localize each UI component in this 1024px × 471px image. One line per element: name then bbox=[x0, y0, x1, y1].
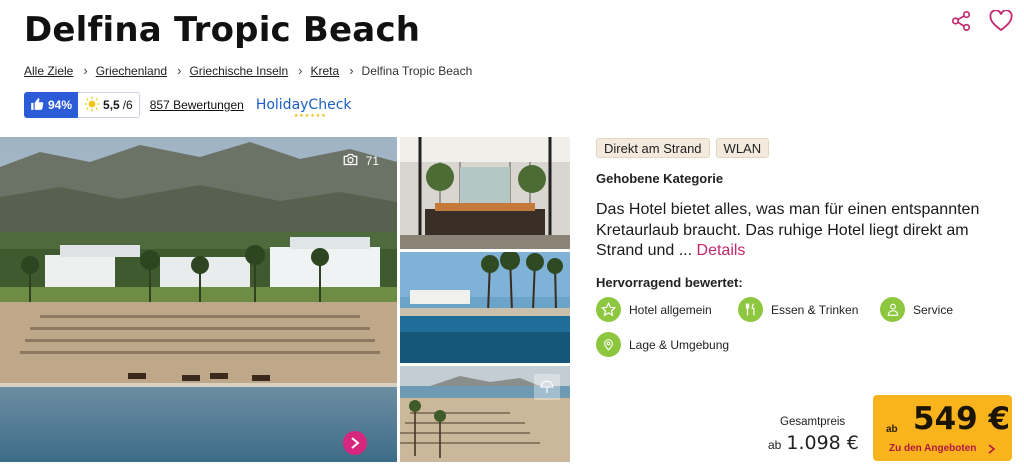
total-price-label: Gesamtpreis bbox=[780, 416, 846, 428]
chevron-right-icon: › bbox=[349, 63, 354, 78]
criterion-location: Lage & Umgebung bbox=[596, 332, 729, 357]
pool-image bbox=[400, 252, 570, 363]
share-icon[interactable] bbox=[948, 8, 974, 34]
chevron-right-icon: › bbox=[298, 63, 303, 78]
breadcrumb-link-griechenland[interactable]: Griechenland bbox=[96, 64, 167, 78]
top-actions bbox=[948, 8, 1014, 34]
tag-wlan: WLAN bbox=[715, 138, 770, 158]
recommendation-badge: 94% bbox=[24, 92, 79, 118]
chevron-right-icon: › bbox=[177, 63, 182, 78]
breadcrumb-link-alle-ziele[interactable]: Alle Ziele bbox=[24, 64, 73, 78]
chevron-right-icon: › bbox=[83, 63, 88, 78]
tag-beach: Direkt am Strand bbox=[596, 138, 710, 158]
criterion-service: Service bbox=[880, 297, 953, 322]
breadcrumb-current: Delfina Tropic Beach bbox=[361, 63, 473, 78]
gallery-main-photo[interactable]: 71 bbox=[0, 137, 397, 462]
total-price-value: 1.098 € bbox=[786, 432, 859, 454]
hotel-description: Das Hotel bietet alles, was man für eine… bbox=[596, 200, 1006, 262]
gallery-thumb-restaurant[interactable] bbox=[400, 137, 570, 249]
chevron-right-icon bbox=[988, 443, 996, 454]
total-price-prefix: ab bbox=[768, 438, 782, 452]
hotel-category: Gehobene Kategorie bbox=[596, 171, 724, 186]
cutlery-icon bbox=[738, 297, 763, 322]
umbrella-icon bbox=[534, 374, 560, 400]
breadcrumb: Alle Ziele › Griechenland › Griechische … bbox=[24, 63, 472, 78]
star-icon bbox=[596, 297, 621, 322]
sun-score: 5,5 bbox=[103, 98, 120, 112]
gallery-thumb-pool[interactable] bbox=[400, 252, 570, 363]
feature-tags: Direkt am Strand WLAN bbox=[596, 138, 770, 158]
offers-cta-button[interactable]: ab 549 € Zu den Angeboten bbox=[873, 395, 1012, 461]
breadcrumb-link-kreta[interactable]: Kreta bbox=[311, 64, 340, 78]
location-pin-icon bbox=[596, 332, 621, 357]
description-text: Das Hotel bietet alles, was man für eine… bbox=[596, 201, 980, 259]
sun-rating-badge: 5,5/6 bbox=[78, 92, 140, 118]
beach-resort-image bbox=[0, 137, 397, 462]
reviews-link[interactable]: 857 Bewertungen bbox=[150, 98, 244, 112]
sun-icon bbox=[84, 96, 100, 115]
photo-count: 71 bbox=[343, 153, 379, 169]
total-price: ab 1.098 € bbox=[768, 432, 859, 454]
sun-score-max: /6 bbox=[122, 98, 133, 112]
details-link[interactable]: Details bbox=[697, 242, 746, 259]
rating-row: 94% 5,5/6 857 Bewertungen HolidayCheck ★… bbox=[24, 92, 352, 119]
rated-heading: Hervorragend bewertet: bbox=[596, 275, 743, 290]
service-person-icon bbox=[880, 297, 905, 322]
camera-icon bbox=[343, 153, 358, 169]
page-title: Delfina Tropic Beach bbox=[24, 10, 421, 50]
heart-icon[interactable] bbox=[988, 8, 1014, 34]
criterion-hotel: Hotel allgemein bbox=[596, 297, 712, 322]
recommendation-value: 94% bbox=[48, 98, 73, 112]
chevron-right-icon bbox=[351, 437, 360, 449]
breadcrumb-link-griechische-inseln[interactable]: Griechische Inseln bbox=[189, 64, 288, 78]
offers-cta-label: Zu den Angeboten bbox=[889, 443, 996, 454]
thumbs-up-icon bbox=[30, 97, 44, 114]
gallery-thumb-beach[interactable] bbox=[400, 366, 570, 462]
price-prefix: ab bbox=[886, 424, 898, 435]
criterion-food: Essen & Trinken bbox=[738, 297, 858, 322]
holidaycheck-logo: HolidayCheck ★★★★★★ bbox=[255, 97, 352, 119]
gallery-next-button[interactable] bbox=[343, 431, 367, 455]
restaurant-image bbox=[400, 137, 570, 249]
price-per-person: 549 € bbox=[913, 401, 1011, 437]
